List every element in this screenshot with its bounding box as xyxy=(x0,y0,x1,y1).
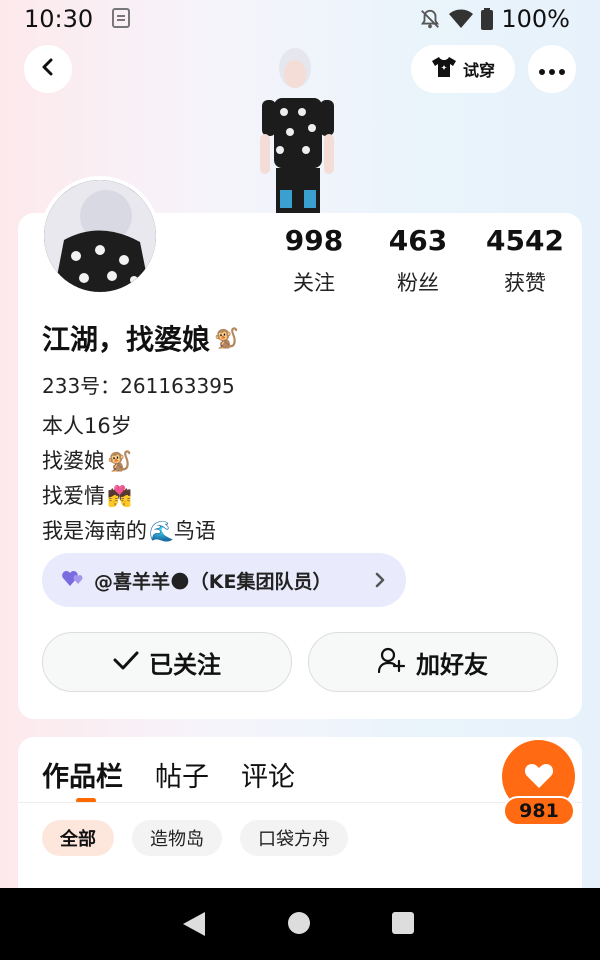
more-dots-icon xyxy=(539,60,565,79)
stat-label: 粉丝 xyxy=(397,271,439,295)
filter-chip-all[interactable]: 全部 xyxy=(42,820,114,856)
bio-line: 我是海南的 🌊 鸟语 xyxy=(42,514,216,549)
stat-fans[interactable]: 463 粉丝 xyxy=(366,224,470,297)
check-icon xyxy=(113,650,139,674)
bio-line: 本人16岁 xyxy=(42,409,216,444)
bio-text: 我是海南的 xyxy=(42,519,147,543)
wave-icon: 🌊 xyxy=(149,519,174,543)
double-heart-icon xyxy=(62,569,86,591)
add-user-icon xyxy=(377,647,406,677)
nav-recents-button[interactable] xyxy=(392,912,414,934)
try-on-button[interactable]: 试穿 xyxy=(411,45,515,93)
bio-text: 找爱情 xyxy=(42,484,105,508)
bio-text: 本人16岁 xyxy=(42,414,132,438)
user-id: 233号：261163395 xyxy=(42,374,235,398)
team-tag-text: @喜羊羊🌑（KE集团队员） xyxy=(94,570,332,593)
stat-label: 关注 xyxy=(293,271,335,295)
bio-line: 找爱情 💏 xyxy=(42,479,216,514)
more-options-button[interactable] xyxy=(528,45,576,93)
stat-value: 998 xyxy=(284,224,344,257)
bio-line: 找婆娘 🐒 xyxy=(42,444,216,479)
username-text: 江湖，找婆娘 xyxy=(42,323,211,356)
followed-label: 已关注 xyxy=(149,650,221,679)
add-friend-label: 加好友 xyxy=(416,650,488,679)
nav-back-button[interactable] xyxy=(183,912,205,940)
followed-button[interactable]: 已关注 xyxy=(42,632,292,692)
status-icons: 100% xyxy=(419,5,570,33)
like-count-badge: 981 xyxy=(503,796,575,826)
wifi-icon xyxy=(449,9,474,29)
stat-following[interactable]: 998 关注 xyxy=(262,224,366,297)
stat-likes[interactable]: 4542 获赞 xyxy=(470,224,580,297)
status-time: 10:30 xyxy=(24,5,94,33)
tab-posts[interactable]: 帖子 xyxy=(155,755,209,794)
filter-chips: 全部 造物岛 口袋方舟 xyxy=(42,820,348,856)
heart-icon xyxy=(524,761,554,793)
tab-comments[interactable]: 评论 xyxy=(241,755,295,794)
team-tag[interactable]: @喜羊羊🌑（KE集团队员） xyxy=(42,553,406,607)
notification-icon xyxy=(112,8,130,28)
content-tabs: 作品栏 帖子 评论 xyxy=(42,755,295,794)
profile-stats: 998 关注 463 粉丝 4542 获赞 xyxy=(262,224,582,297)
battery-icon xyxy=(481,8,494,30)
bio-text: 找婆娘 xyxy=(42,449,105,473)
chevron-left-icon xyxy=(38,57,58,81)
monkey-icon: 🐒 xyxy=(107,449,132,473)
chevron-right-icon xyxy=(374,570,386,594)
bio: 本人16岁 找婆娘 🐒 找爱情 💏 我是海南的 🌊 鸟语 xyxy=(42,409,216,549)
avatar-figure xyxy=(250,40,350,215)
stat-value: 463 xyxy=(388,224,448,257)
filter-chip-pocket-ark[interactable]: 口袋方舟 xyxy=(240,820,348,856)
back-button[interactable] xyxy=(24,45,72,93)
stat-label: 获赞 xyxy=(504,271,546,295)
bell-off-icon xyxy=(419,8,441,30)
kiss-icon: 💏 xyxy=(107,484,132,508)
system-nav-bar xyxy=(0,888,600,960)
tab-works[interactable]: 作品栏 xyxy=(42,755,123,794)
status-bar: 10:30 100% xyxy=(0,0,600,40)
avatar[interactable] xyxy=(40,176,160,296)
nav-home-button[interactable] xyxy=(288,912,310,934)
bio-text-suffix: 鸟语 xyxy=(173,519,216,543)
divider xyxy=(18,802,582,803)
battery-percentage: 100% xyxy=(501,5,570,33)
monkey-icon: 🐒 xyxy=(214,326,239,350)
add-friend-button[interactable]: 加好友 xyxy=(308,632,558,692)
tshirt-icon xyxy=(431,56,457,82)
stat-value: 4542 xyxy=(486,224,564,257)
content-card: 作品栏 帖子 评论 全部 造物岛 口袋方舟 xyxy=(18,737,582,897)
username: 江湖，找婆娘 🐒 xyxy=(42,318,239,358)
try-on-label: 试穿 xyxy=(462,61,495,80)
filter-chip-creation-island[interactable]: 造物岛 xyxy=(132,820,222,856)
